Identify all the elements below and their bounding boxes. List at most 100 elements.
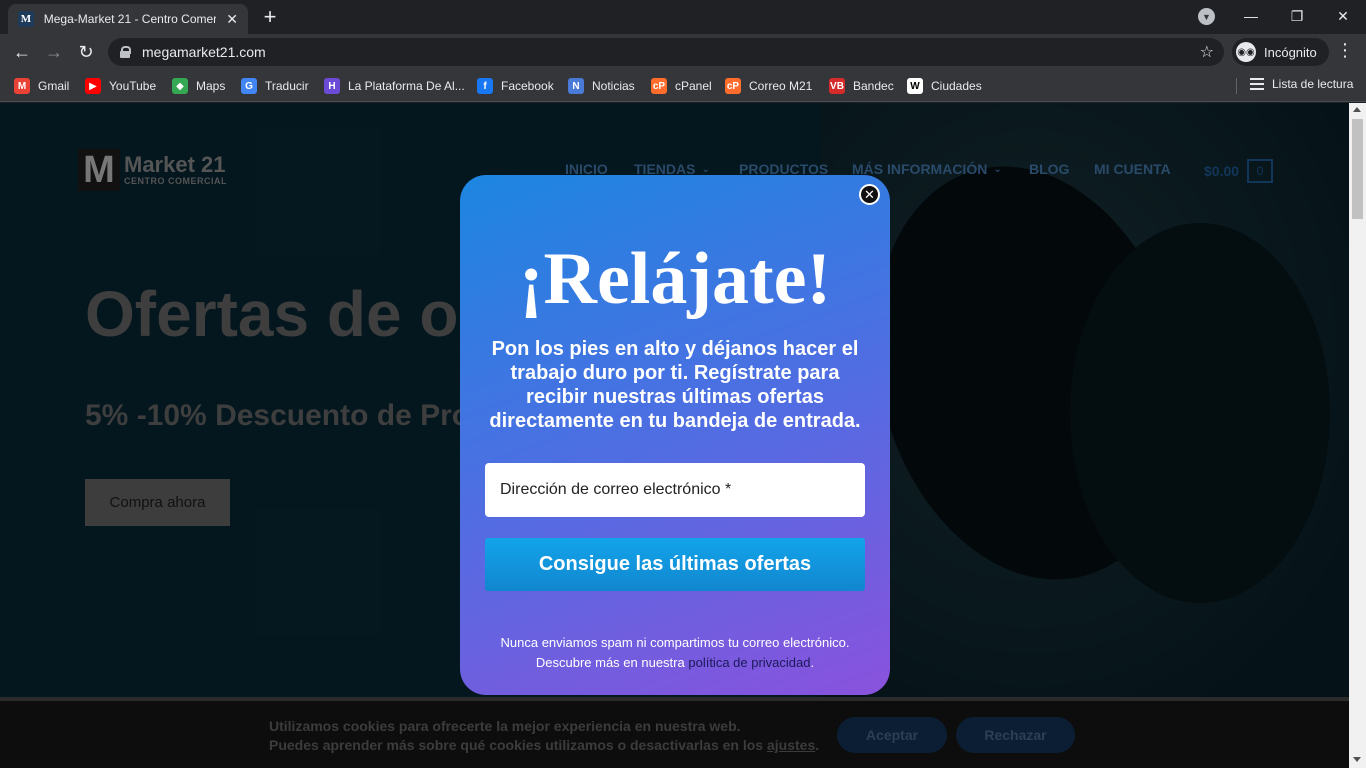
reading-list-icon [1250,78,1264,90]
popup-footer: Nunca enviamos spam ni compartimos tu co… [480,633,870,673]
cookie-reject-button[interactable]: Rechazar [956,717,1075,753]
popup-title: ¡Relájate! [518,238,832,320]
popup-footer-end: . [810,655,815,670]
reading-list-label: Lista de lectura [1272,77,1354,91]
browser-toolbar: ← → ↻ megamarket21.com ☆ ◉◉ Incógnito ⋮ [0,34,1366,70]
incognito-badge[interactable]: ◉◉ Incógnito [1232,38,1329,66]
subscribe-button[interactable]: Consigue las últimas ofertas [485,538,865,591]
email-field[interactable] [485,463,865,517]
url-text: megamarket21.com [142,44,266,60]
popup-footer-line-2: Descubre más en nuestra política de priv… [480,653,870,673]
browser-tab[interactable]: M Mega-Market 21 - Centro Comercial ✕ [8,4,248,34]
cookie-line-2-text: Puedes aprender más sobre qué cookies ut… [269,737,764,753]
popup-description: Pon los pies en alto y déjanos hacer el … [489,338,861,432]
restore-icon[interactable]: ❐ [1285,4,1309,28]
scroll-up-icon[interactable] [1353,107,1361,112]
site-favicon-icon: M [18,11,34,27]
translate-icon: G [241,78,257,94]
bookmarks-divider [1236,78,1237,94]
bookmark-label: Gmail [38,79,70,93]
reload-icon[interactable]: ↻ [74,40,98,64]
shop-now-button[interactable]: Compra ahora [85,479,230,526]
forward-arrow-icon[interactable]: → [42,40,66,64]
bandec-icon: VB [829,78,845,94]
bookmark-item[interactable]: cP cPanel [651,77,712,95]
cart-link[interactable]: $0.00 0 [1204,159,1274,183]
cookie-line-1: Utilizamos cookies para ofrecerte la mej… [269,718,741,734]
bookmark-item[interactable]: VB Bandec [829,77,894,95]
back-arrow-icon[interactable]: ← [10,40,34,64]
chevron-down-icon: ⌄ [701,163,710,175]
cpanel-mail-icon: cP [725,78,741,94]
popup-footer-text: Descubre más en nuestra [535,655,685,670]
cpanel-icon: cP [651,78,667,94]
cookie-line-2: Puedes aprender más sobre qué cookies ut… [269,736,819,755]
popup-footer-line-1: Nunca enviamos spam ni compartimos tu co… [500,635,850,650]
bookmark-label: Ciudades [931,79,982,93]
bookmark-label: Correo M21 [749,79,813,93]
bookmark-item[interactable]: ◆ Maps [172,77,225,95]
chevron-down-icon: ⌄ [993,163,1002,175]
hero-subtitle: 5% -10% Descuento de Pro [85,399,471,432]
minimize-icon[interactable]: — [1239,4,1263,28]
browser-menu-icon[interactable]: ⋮ [1336,40,1354,61]
scroll-down-icon[interactable] [1353,757,1361,762]
bookmark-item[interactable]: W Ciudades [907,77,982,95]
tab-strip: M Mega-Market 21 - Centro Comercial ✕ + … [0,0,1366,34]
bookmark-star-icon[interactable]: ☆ [1200,42,1214,62]
window-close-icon[interactable]: ✕ [1331,4,1355,28]
cookie-settings-link[interactable]: ajustes [767,737,815,753]
bookmark-item[interactable]: G Traducir [241,77,309,95]
cookie-message: Utilizamos cookies para ofrecerte la mej… [269,717,819,755]
bookmark-label: YouTube [109,79,157,93]
cart-total: $0.00 [1204,163,1240,179]
tab-title: Mega-Market 21 - Centro Comercial [43,12,217,26]
bookmark-label: La Plataforma De Al... [348,79,465,93]
logo-name: Market 21 [124,152,226,177]
bookmark-label: Maps [196,79,226,93]
lock-icon[interactable] [120,46,131,58]
bookmarks-bar: M Gmail ▶ YouTube ◆ Maps G Traducir H La Platafor… [0,70,1366,102]
privacy-policy-link[interactable]: política de privacidad [688,655,810,670]
nav-blog[interactable]: BLOG [1029,161,1069,177]
new-tab-icon[interactable]: + [258,4,282,29]
nav-mi-cuenta[interactable]: MI CUENTA [1094,161,1171,177]
incognito-label: Incógnito [1264,44,1317,60]
bookmark-item[interactable]: f Facebook [477,77,554,95]
address-bar[interactable]: megamarket21.com ☆ [108,38,1224,66]
popup-close-icon[interactable]: ✕ [859,184,880,205]
bookmark-item[interactable]: ▶ YouTube [85,77,156,95]
bookmark-label: Bandec [853,79,894,93]
cart-count-icon: 0 [1247,159,1274,183]
cookie-accept-button[interactable]: Aceptar [837,717,947,753]
page-scrollbar[interactable] [1349,103,1366,768]
gmail-icon: M [14,78,30,94]
bookmark-label: Facebook [501,79,554,93]
bookmark-item[interactable]: cP Correo M21 [725,77,812,95]
nav-mas-informacion[interactable]: MÁS INFORMACIÓN ⌄ [852,161,1002,177]
tab-search-icon[interactable]: ▼ [1198,8,1215,25]
cookie-line-2-end: . [815,737,820,753]
bookmark-label: Noticias [592,79,635,93]
bookmark-label: cPanel [675,79,712,93]
bookmark-label: Traducir [265,79,309,93]
site-logo[interactable]: M Market 21 CENTRO COMERCIAL [78,149,227,191]
hero-title: Ofertas de o [85,278,459,350]
bookmark-item[interactable]: M Gmail [14,77,69,95]
news-icon: N [568,78,584,94]
logo-subtitle: CENTRO COMERCIAL [124,176,227,186]
facebook-icon: f [477,78,493,94]
nav-mas-informacion-label: MÁS INFORMACIÓN [852,161,988,177]
cookie-bar: Utilizamos cookies para ofrecerte la mej… [0,697,1349,768]
maps-icon: ◆ [172,78,188,94]
bookmark-item[interactable]: N Noticias [568,77,635,95]
plataforma-icon: H [324,78,340,94]
youtube-icon: ▶ [85,78,101,94]
wikipedia-icon: W [907,78,923,94]
tab-close-icon[interactable]: ✕ [226,11,238,28]
newsletter-popup: ✕ ¡Relájate! Pon los pies en alto y déja… [460,175,890,695]
bookmark-item[interactable]: H La Plataforma De Al... [324,77,465,95]
incognito-icon: ◉◉ [1236,42,1256,62]
reading-list-button[interactable]: Lista de lectura [1250,77,1353,91]
scroll-thumb[interactable] [1352,119,1363,219]
